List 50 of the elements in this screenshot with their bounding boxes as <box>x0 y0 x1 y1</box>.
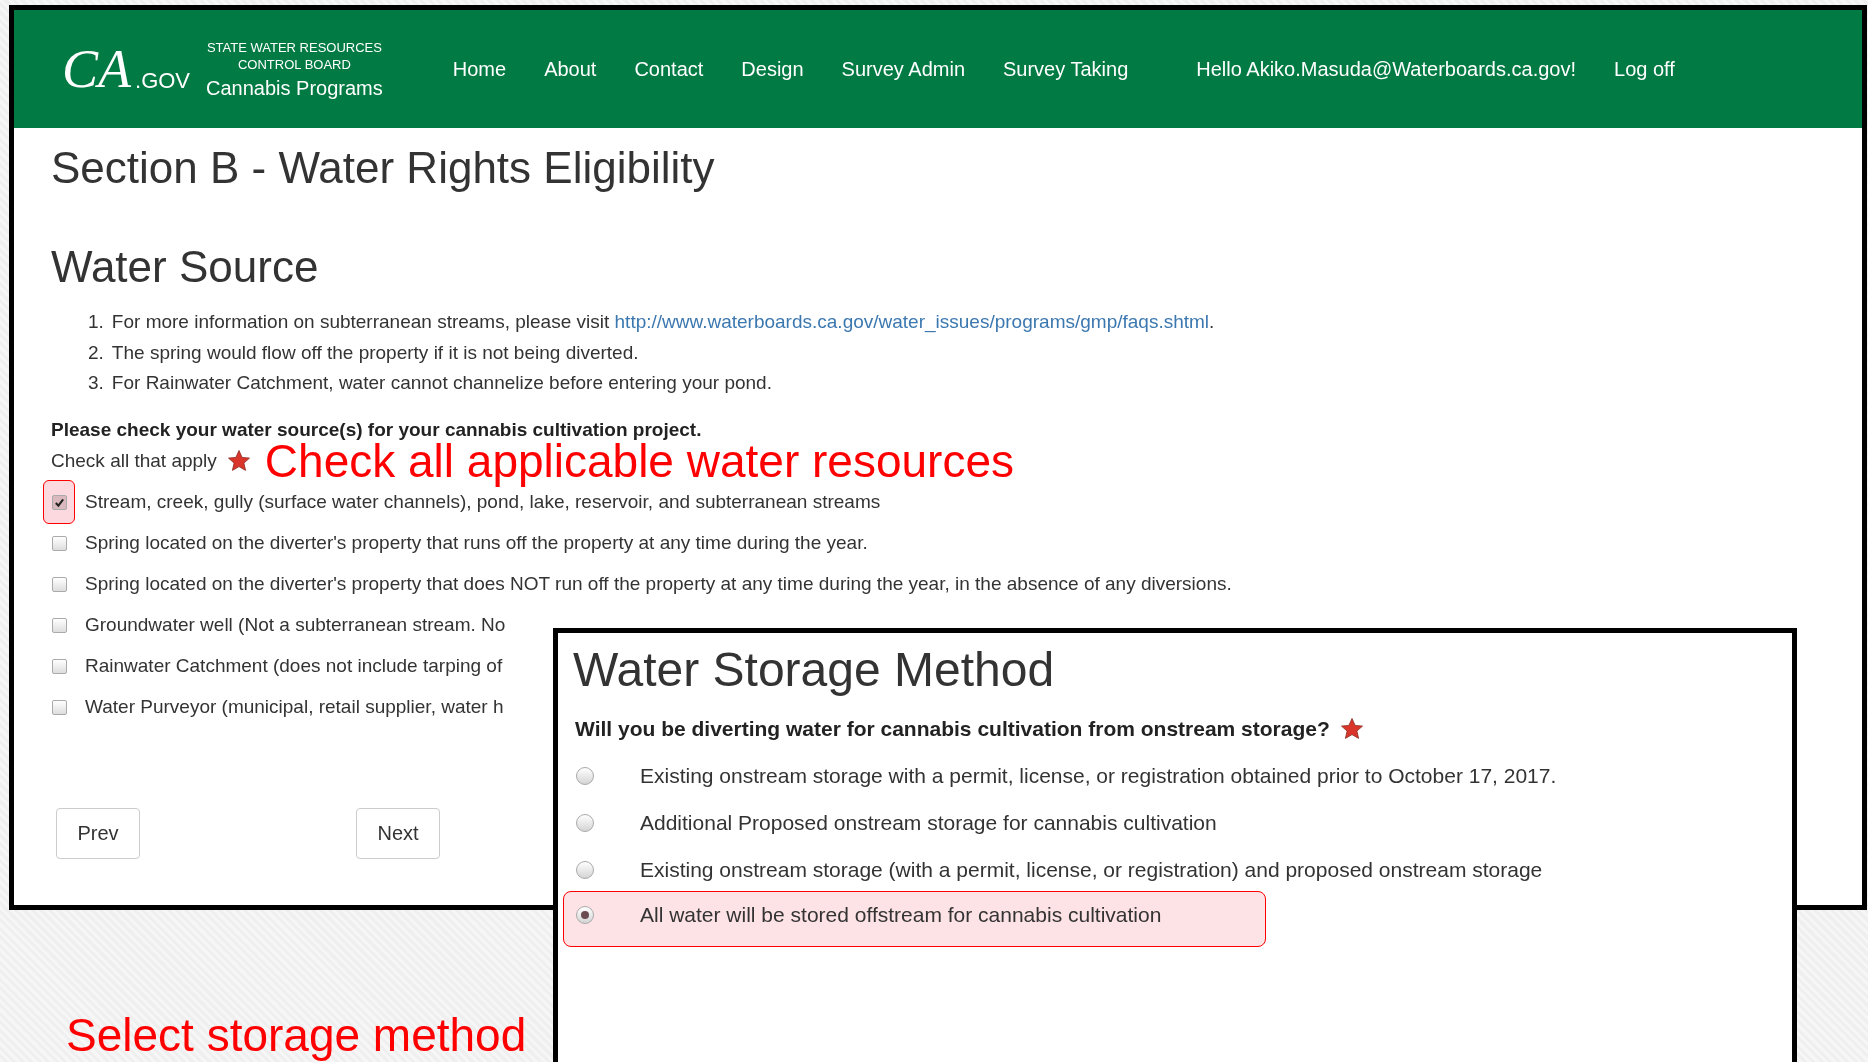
prev-button[interactable]: Prev <box>56 807 140 859</box>
radio-label: Existing onstream storage with a permit, license, or registration obtained prior to October 17, 2017. <box>640 763 1557 788</box>
radio-label: Additional Proposed onstream storage for cannabis cultivation <box>640 810 1217 835</box>
radio-label: All water will be stored offstream for cannabis cultivation <box>640 903 1162 927</box>
checkbox-label: Rainwater Catchment (does not include tarping of <box>85 655 503 677</box>
note-number: 1. <box>88 310 104 334</box>
section-heading: Water Storage Method <box>572 642 1056 698</box>
question-text: Please check your water source(s) for your cannabis cultivation project. <box>51 417 703 442</box>
radio-button[interactable] <box>576 813 594 832</box>
note-number: 3. <box>88 371 104 395</box>
checkbox[interactable] <box>51 617 67 633</box>
checkbox[interactable] <box>51 699 67 715</box>
nav-link[interactable]: Survey Taking <box>1003 57 1129 81</box>
note-text: The spring would flow off the property if it is not being diverted. <box>111 340 639 365</box>
page-title: Section B - Water Rights Eligibility <box>51 142 716 194</box>
nav-link[interactable]: Contact <box>634 57 704 81</box>
checkbox[interactable] <box>51 494 67 510</box>
checkbox-label: Spring located on the diverter's property that runs off the property at any time during the year. <box>85 532 868 554</box>
checkbox-label: Water Purveyor (municipal, retail supplier, water h <box>85 696 504 718</box>
nav-link[interactable]: Design <box>741 57 804 81</box>
section-heading: Water Source <box>51 241 320 293</box>
note-text: For Rainwater Catchment, water cannot channelize before entering your pond. <box>111 371 772 395</box>
note-number: 2. <box>88 340 104 365</box>
agency-name: STATE WATER RESOURCES <box>206 38 382 56</box>
highlighted-option[interactable]: All water will be stored offstream for cannabis cultivation <box>563 891 1266 947</box>
checkbox[interactable] <box>51 535 67 551</box>
checkbox-label: Stream, creek, gully (surface water channels), pond, lake, reservoir, and subterranean streams <box>85 491 881 513</box>
checkbox[interactable] <box>51 658 67 674</box>
hint-text: Check all that apply <box>51 449 217 472</box>
nav-link[interactable]: Home <box>452 57 507 81</box>
required-star-icon <box>1339 717 1364 741</box>
nav-link[interactable]: Survey Admin <box>841 57 965 81</box>
user-greeting-link[interactable]: Hello Akiko.Masuda@Waterboards.ca.gov! <box>1196 57 1576 81</box>
checkbox-label: Spring located on the diverter's property that does NOT run off the property at any time during the year, in the absence of any diversions. <box>85 573 1232 595</box>
faq-link[interactable]: http://www.waterboards.ca.gov/water_issues/programs/gmp/faqs.shtml <box>614 311 1210 332</box>
checkbox[interactable] <box>51 576 67 592</box>
note-text: For more information on subterranean streams, please visit http://www.waterboards.ca.gov/water_issues/programs/gmp/faqs.shtml. <box>111 310 1215 335</box>
log-off-link[interactable]: Log off <box>1614 57 1675 81</box>
radio-button[interactable] <box>576 860 594 879</box>
next-button[interactable]: Next <box>356 807 440 859</box>
program-name: Cannabis Programs <box>206 76 383 100</box>
radio-button[interactable] <box>576 766 594 785</box>
checkbox-label: Groundwater well (Not a subterranean stream. No <box>85 614 506 636</box>
agency-name: CONTROL BOARD <box>237 55 351 73</box>
radio-label: Existing onstream storage (with a permit, license, or registration) and proposed onstream storage <box>640 857 1543 882</box>
radio-button[interactable] <box>576 906 594 924</box>
question-text: Will you be diverting water for cannabis cultivation from onstream storage? <box>575 717 1330 741</box>
ca-gov-logo[interactable]: CA.GOV <box>62 42 191 96</box>
nav-link[interactable]: About <box>544 57 597 81</box>
required-star-icon <box>226 448 251 473</box>
